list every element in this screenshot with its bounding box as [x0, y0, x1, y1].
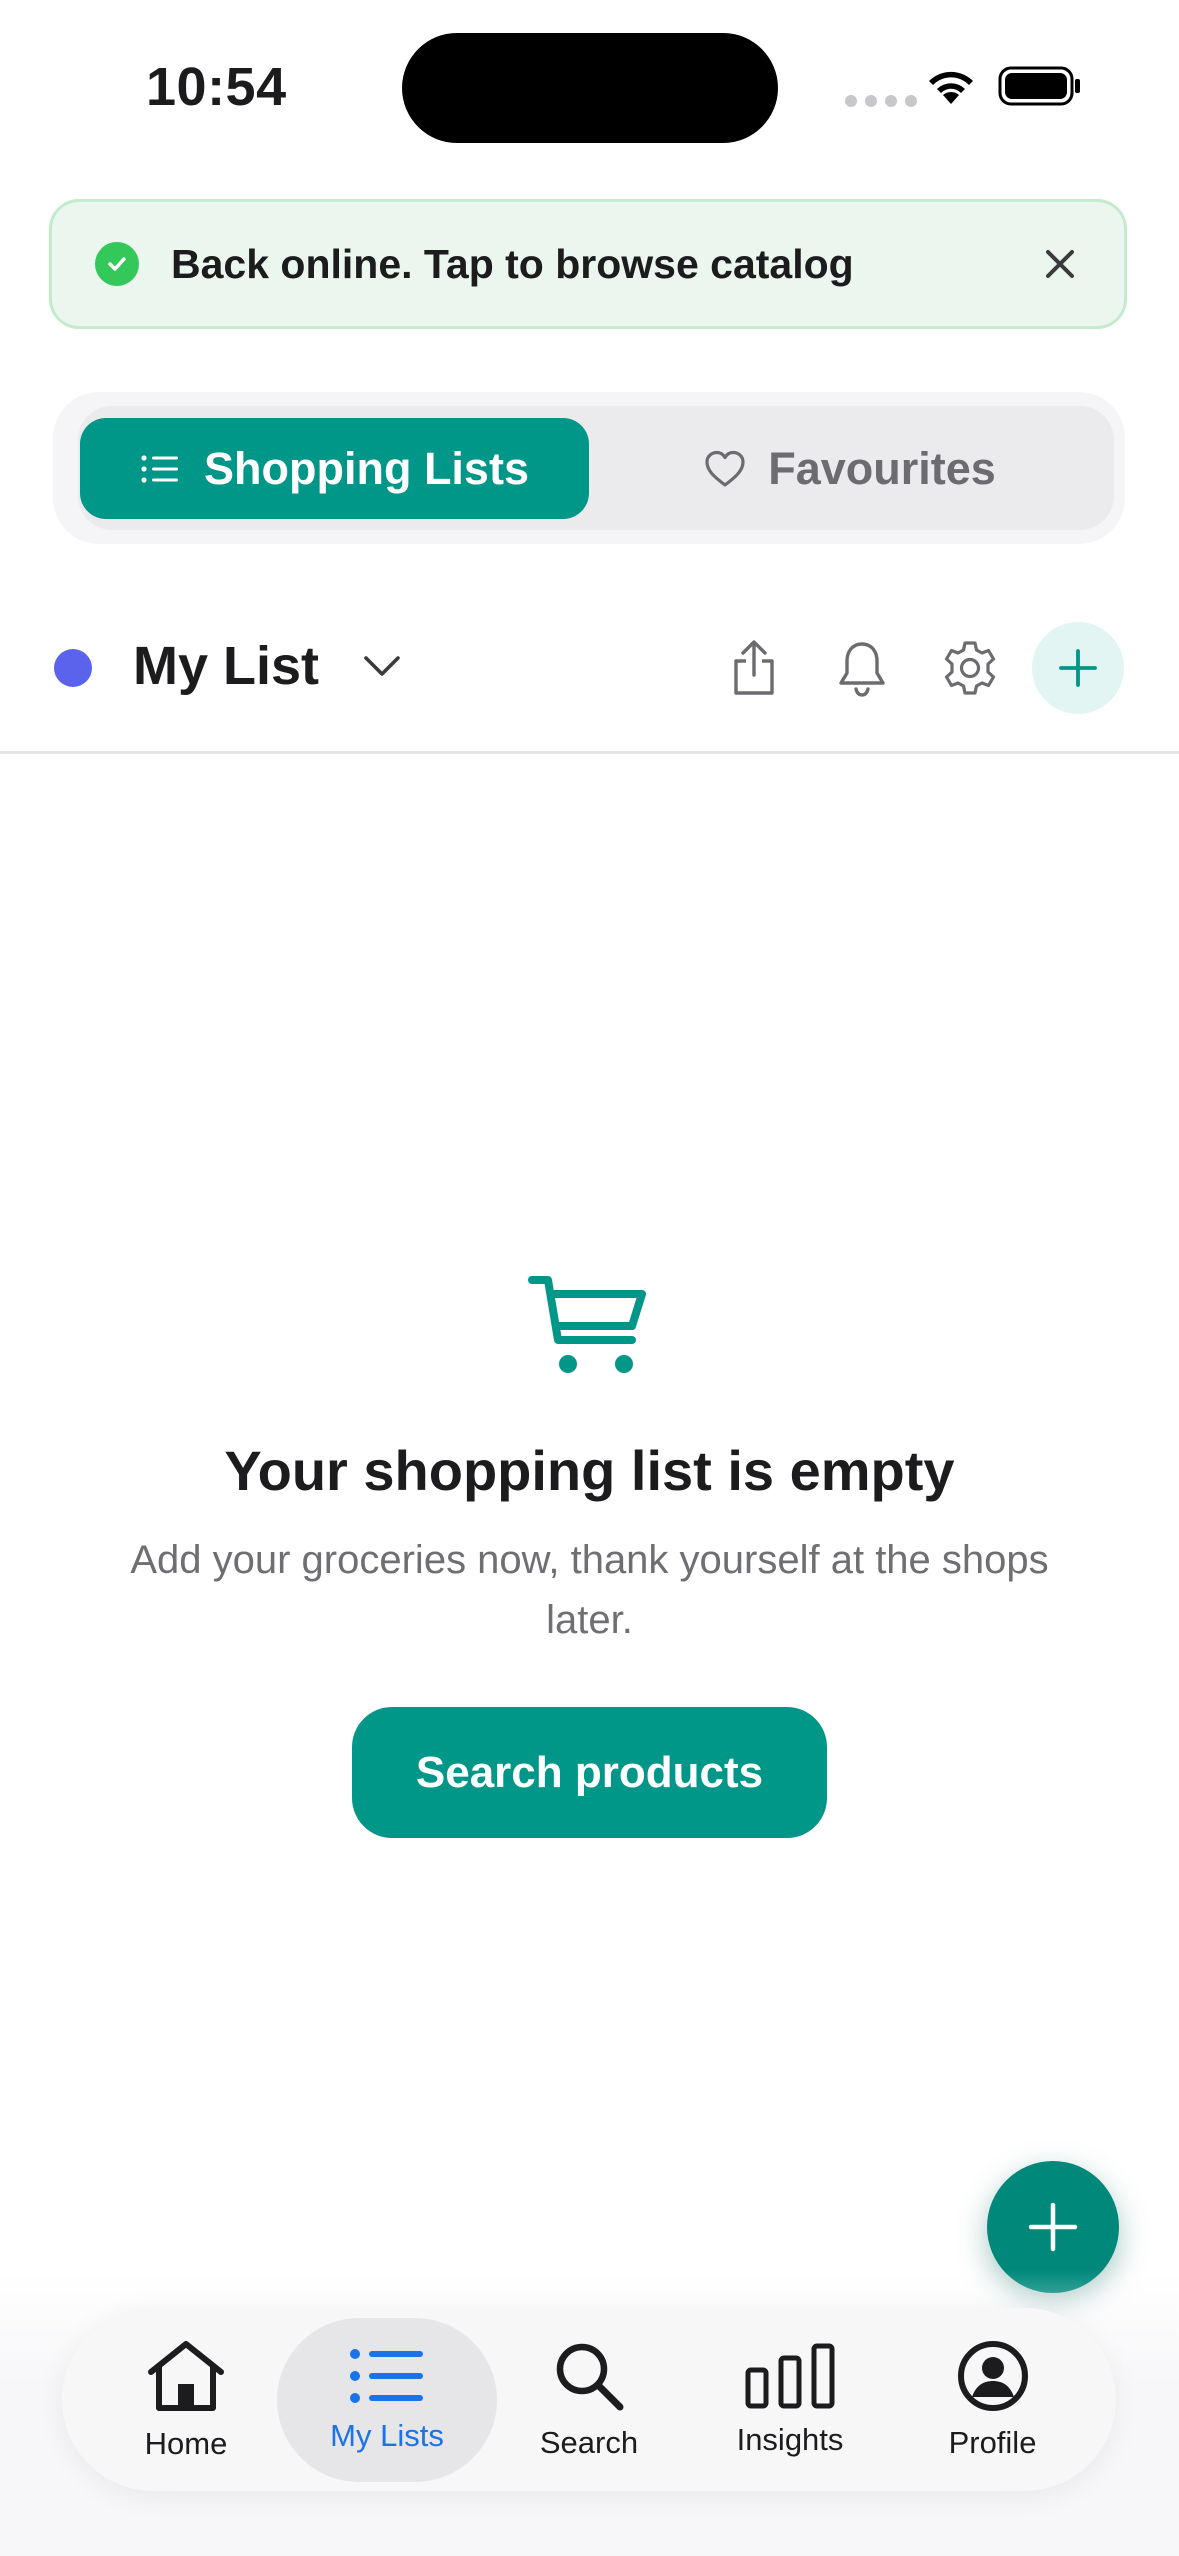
nav-my-lists-label: My Lists	[330, 2418, 444, 2453]
wifi-icon	[924, 64, 978, 111]
nav-profile[interactable]: Profile	[915, 2318, 1070, 2482]
close-icon[interactable]	[1040, 244, 1080, 284]
nav-search-label: Search	[539, 2425, 639, 2460]
online-toast[interactable]: Back online. Tap to browse catalog	[49, 199, 1127, 329]
search-icon	[556, 2343, 624, 2411]
share-icon[interactable]	[716, 630, 792, 706]
plus-icon	[1059, 649, 1097, 687]
chevron-down-icon[interactable]	[362, 650, 402, 689]
empty-state-title: Your shopping list is empty	[224, 1439, 955, 1502]
toast-message: Back online. Tap to browse catalog	[171, 240, 854, 287]
tab-shopping-lists[interactable]: Shopping Lists	[80, 418, 589, 519]
nav-profile-label: Profile	[948, 2425, 1037, 2460]
nav-search[interactable]: Search	[512, 2318, 666, 2482]
plus-icon	[1028, 2202, 1078, 2252]
nav-home-label: Home	[144, 2426, 228, 2461]
tab-shopping-lists-label: Shopping Lists	[204, 442, 529, 494]
nav-insights-label: Insights	[736, 2422, 844, 2457]
battery-icon	[998, 66, 1082, 111]
nav-insights[interactable]: Insights	[710, 2318, 870, 2482]
profile-icon	[957, 2341, 1028, 2411]
list-icon	[141, 454, 178, 483]
tab-favourites[interactable]: Favourites	[600, 418, 1100, 519]
bar-chart-icon	[745, 2343, 835, 2409]
empty-state-subtitle: Add your groceries now, thank yourself a…	[130, 1538, 1049, 1642]
bell-icon[interactable]	[824, 630, 900, 706]
check-circle-icon	[95, 242, 139, 286]
dynamic-island	[402, 33, 778, 143]
list-color-dot	[54, 649, 92, 687]
status-time: 10:54	[146, 57, 287, 117]
cellular-signal-icon	[845, 95, 917, 107]
list-title[interactable]: My List	[133, 635, 319, 697]
header-divider	[0, 751, 1179, 754]
add-list-button[interactable]	[1032, 622, 1124, 714]
list-icon	[350, 2349, 423, 2403]
gear-icon[interactable]	[932, 630, 1008, 706]
search-products-button[interactable]: Search products	[352, 1707, 827, 1838]
heart-icon	[705, 450, 745, 487]
nav-home[interactable]: Home	[104, 2318, 268, 2482]
cart-icon	[528, 1274, 648, 1383]
home-icon	[148, 2341, 224, 2411]
nav-my-lists[interactable]: My Lists	[277, 2318, 497, 2482]
tab-favourites-label: Favourites	[768, 442, 996, 494]
